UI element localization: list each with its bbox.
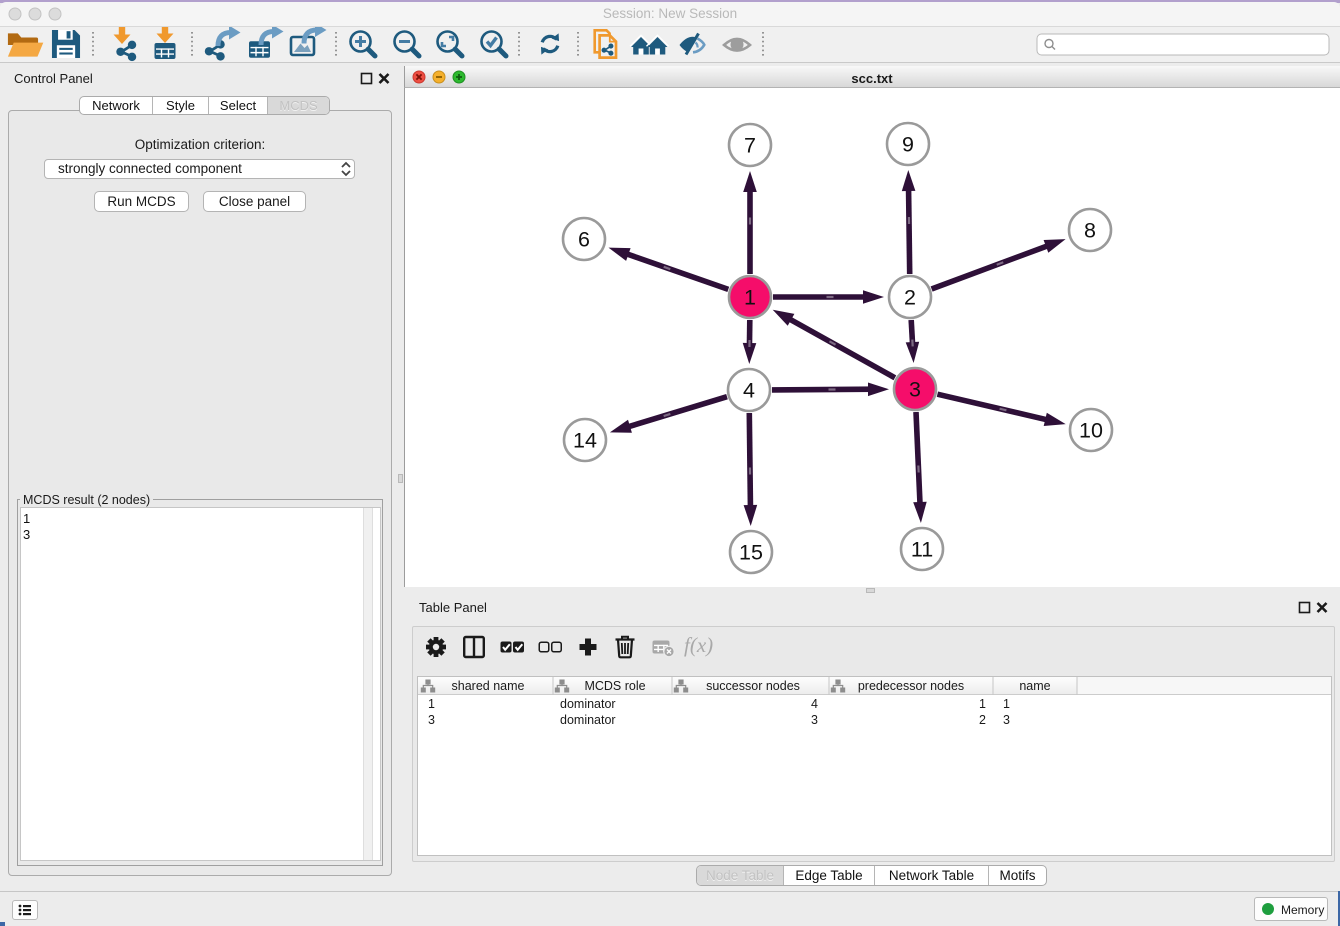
svg-text:MCDS role: MCDS role xyxy=(584,679,645,693)
svg-text:dominator: dominator xyxy=(560,697,616,711)
svg-text:6: 6 xyxy=(578,228,590,252)
svg-text:1: 1 xyxy=(428,697,435,711)
svg-text:4: 4 xyxy=(743,379,755,403)
svg-text:10: 10 xyxy=(1079,419,1103,443)
svg-text:dominator: dominator xyxy=(560,713,616,727)
svg-text:successor nodes: successor nodes xyxy=(706,679,800,693)
svg-text:shared name: shared name xyxy=(452,679,525,693)
svg-text:2: 2 xyxy=(904,286,916,310)
svg-text:1: 1 xyxy=(744,286,756,310)
svg-text:15: 15 xyxy=(739,541,763,565)
svg-text:3: 3 xyxy=(428,713,435,727)
svg-text:9: 9 xyxy=(902,133,914,157)
svg-text:4: 4 xyxy=(811,697,818,711)
svg-text:14: 14 xyxy=(573,429,597,453)
svg-text:predecessor nodes: predecessor nodes xyxy=(858,679,964,693)
svg-text:name: name xyxy=(1019,679,1050,693)
svg-text:2: 2 xyxy=(979,713,986,727)
svg-text:8: 8 xyxy=(1084,219,1096,243)
svg-text:1: 1 xyxy=(1003,697,1010,711)
svg-text:1: 1 xyxy=(979,697,986,711)
svg-text:3: 3 xyxy=(811,713,818,727)
svg-text:3: 3 xyxy=(909,378,921,402)
svg-text:3: 3 xyxy=(1003,713,1010,727)
svg-text:7: 7 xyxy=(744,134,756,158)
svg-text:11: 11 xyxy=(911,538,933,562)
